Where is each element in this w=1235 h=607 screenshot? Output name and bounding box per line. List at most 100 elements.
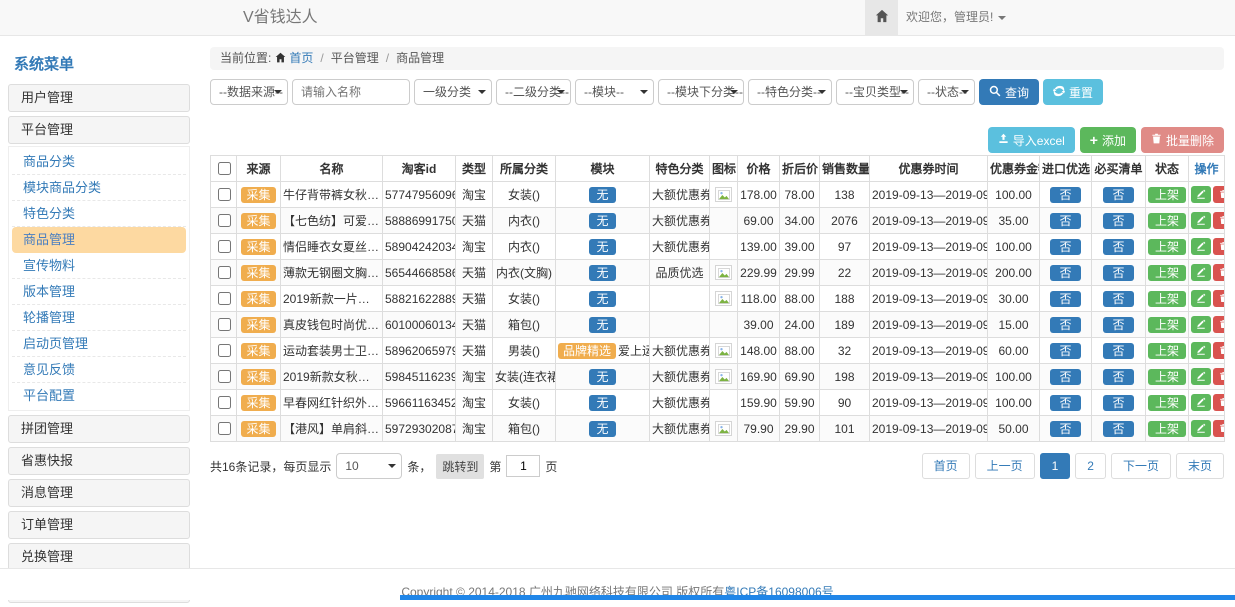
edit-button[interactable] [1191,290,1211,307]
filter-select[interactable]: --特色分类-- [748,79,832,105]
status-button[interactable]: 上架 [1148,291,1186,307]
edit-button[interactable] [1191,316,1211,333]
import-toggle-button[interactable]: 否 [1050,421,1080,437]
sidebar-item[interactable]: 宣传物料 [12,253,186,279]
sidebar-item[interactable]: 版本管理 [12,279,186,305]
import-toggle-button[interactable]: 否 [1050,213,1080,229]
must-buy-toggle-button[interactable]: 否 [1103,421,1133,437]
row-checkbox[interactable] [218,422,231,435]
sidebar-group[interactable]: 省惠快报 [8,447,190,475]
sidebar-group[interactable]: 兑换管理 [8,543,190,571]
row-checkbox[interactable] [218,344,231,357]
edit-button[interactable] [1191,238,1211,255]
must-buy-toggle-button[interactable]: 否 [1103,187,1133,203]
edit-button[interactable] [1191,186,1211,203]
filter-select[interactable]: --模块-- [575,79,654,105]
status-button[interactable]: 上架 [1148,317,1186,333]
delete-button[interactable] [1213,368,1225,385]
delete-button[interactable] [1213,342,1225,359]
edit-button[interactable] [1191,264,1211,281]
home-button[interactable] [865,0,898,35]
edit-button[interactable] [1191,420,1211,437]
sidebar-group[interactable]: 消息管理 [8,479,190,507]
filter-select[interactable]: --数据来源-- [210,79,288,105]
import-toggle-button[interactable]: 否 [1050,239,1080,255]
batch-delete-button[interactable]: 批量删除 [1141,127,1224,153]
import-toggle-button[interactable]: 否 [1050,291,1080,307]
edit-button[interactable] [1191,212,1211,229]
row-checkbox[interactable] [218,292,231,305]
must-buy-toggle-button[interactable]: 否 [1103,291,1133,307]
filter-select[interactable]: 一级分类 [414,79,492,105]
sidebar-item[interactable]: 平台配置 [12,383,186,408]
filter-select[interactable]: --二级分类-- [496,79,571,105]
row-checkbox[interactable] [218,370,231,383]
sidebar-item[interactable]: 启动页管理 [12,331,186,357]
row-checkbox[interactable] [218,266,231,279]
sidebar-item[interactable]: 意见反馈 [12,357,186,383]
must-buy-toggle-button[interactable]: 否 [1103,213,1133,229]
status-button[interactable]: 上架 [1148,421,1186,437]
sidebar-group[interactable]: 用户管理 [8,84,190,112]
delete-button[interactable] [1213,238,1225,255]
sidebar-group[interactable]: 订单管理 [8,511,190,539]
edit-button[interactable] [1191,394,1211,411]
row-checkbox[interactable] [218,240,231,253]
status-button[interactable]: 上架 [1148,239,1186,255]
search-button[interactable]: 查询 [979,79,1039,105]
import-toggle-button[interactable]: 否 [1050,187,1080,203]
import-toggle-button[interactable]: 否 [1050,395,1080,411]
row-checkbox[interactable] [218,318,231,331]
status-button[interactable]: 上架 [1148,265,1186,281]
status-button[interactable]: 上架 [1148,395,1186,411]
status-button[interactable]: 上架 [1148,187,1186,203]
must-buy-toggle-button[interactable]: 否 [1103,239,1133,255]
page-prev-button[interactable]: 上一页 [975,453,1035,479]
import-toggle-button[interactable]: 否 [1050,265,1080,281]
import-excel-button[interactable]: 导入excel [988,127,1075,153]
page-number-button[interactable]: 1 [1040,453,1071,479]
filter-select[interactable]: --状态-- [918,79,975,105]
delete-button[interactable] [1213,212,1225,229]
must-buy-toggle-button[interactable]: 否 [1103,395,1133,411]
delete-button[interactable] [1213,290,1225,307]
add-button[interactable]: + 添加 [1080,127,1136,153]
sidebar-item[interactable]: 模块商品分类 [12,175,186,201]
delete-button[interactable] [1213,420,1225,437]
page-last-button[interactable]: 末页 [1176,453,1224,479]
row-checkbox[interactable] [218,188,231,201]
sidebar-item[interactable]: 商品分类 [12,149,186,175]
must-buy-toggle-button[interactable]: 否 [1103,265,1133,281]
import-toggle-button[interactable]: 否 [1050,343,1080,359]
page-first-button[interactable]: 首页 [922,453,970,479]
sidebar-group[interactable]: 拼团管理 [8,415,190,443]
search-name-input[interactable] [292,79,410,105]
row-checkbox[interactable] [218,214,231,227]
sidebar-item[interactable]: 特色分类 [12,201,186,227]
filter-select[interactable]: --模块下分类-- [658,79,744,105]
must-buy-toggle-button[interactable]: 否 [1103,317,1133,333]
user-menu[interactable]: 欢迎您，管理员! [906,0,1006,35]
edit-button[interactable] [1191,368,1211,385]
status-button[interactable]: 上架 [1148,343,1186,359]
delete-button[interactable] [1213,186,1225,203]
must-buy-toggle-button[interactable]: 否 [1103,369,1133,385]
delete-button[interactable] [1213,316,1225,333]
filter-select[interactable]: --宝贝类型-- [836,79,914,105]
sidebar-group[interactable]: 平台管理 [8,116,190,144]
page-next-button[interactable]: 下一页 [1111,453,1171,479]
select-all-checkbox[interactable] [218,162,231,175]
reset-button[interactable]: 重置 [1043,79,1103,105]
edit-button[interactable] [1191,342,1211,359]
delete-button[interactable] [1213,264,1225,281]
sidebar-item[interactable]: 轮播管理 [12,305,186,331]
import-toggle-button[interactable]: 否 [1050,369,1080,385]
sidebar-item[interactable]: 商品管理 [12,227,186,253]
status-button[interactable]: 上架 [1148,369,1186,385]
row-checkbox[interactable] [218,396,231,409]
import-toggle-button[interactable]: 否 [1050,317,1080,333]
breadcrumb-home-link[interactable]: 首页 [289,51,313,65]
page-number-button[interactable]: 2 [1075,453,1106,479]
delete-button[interactable] [1213,394,1225,411]
status-button[interactable]: 上架 [1148,213,1186,229]
